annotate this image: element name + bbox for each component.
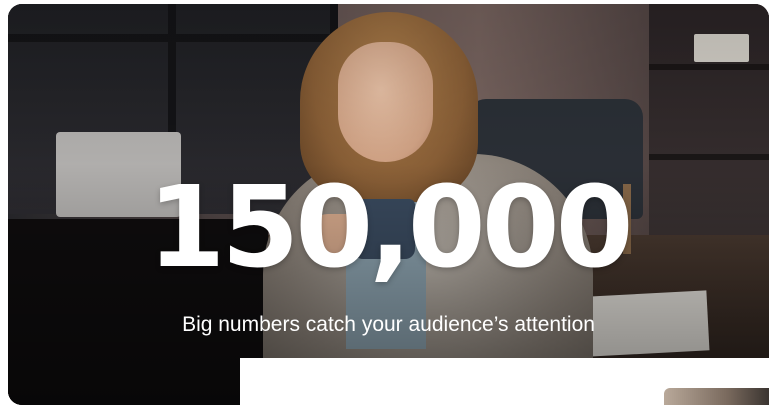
big-statistic: 150,000 [147,163,633,293]
next-slide-thumbnail[interactable] [664,388,769,405]
statistic-caption: Big numbers catch your audience’s attent… [182,313,595,336]
stat-slide: 150,000 Big numbers catch your audience’… [8,4,769,405]
